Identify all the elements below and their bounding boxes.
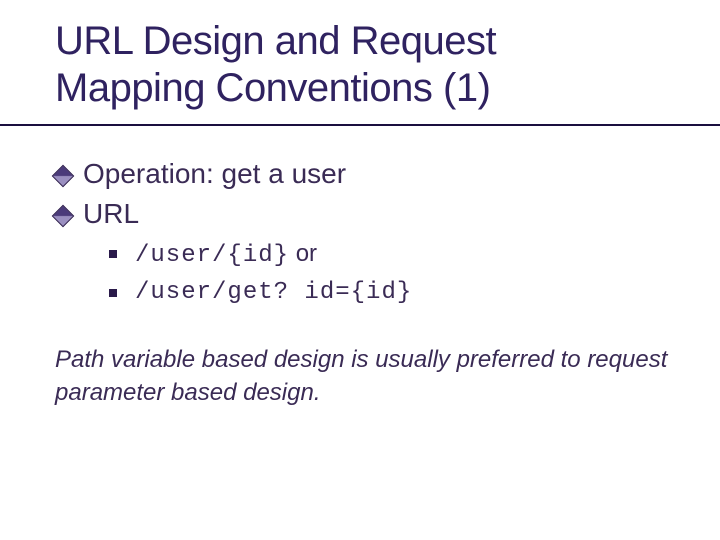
diamond-bullet-icon [52, 205, 75, 228]
sub-bullet-text: /user/{id} or [135, 240, 317, 269]
sub-bullet-group: /user/{id} or /user/get? id={id} [109, 240, 690, 306]
title-underline [0, 124, 720, 126]
slide: URL Design and Request Mapping Conventio… [0, 0, 720, 540]
bullet-operation-text: Operation: get a user [83, 158, 346, 190]
sub-bullet-url-option-1: /user/{id} or [109, 240, 690, 269]
url-path-1: /user/{id} [135, 242, 289, 269]
square-bullet-icon [109, 289, 117, 297]
slide-body: Operation: get a user URL /user/{id} or … [55, 158, 690, 409]
slide-title: URL Design and Request Mapping Conventio… [55, 18, 690, 112]
url-path-2: /user/get? id={id} [135, 279, 412, 306]
bullet-url: URL [55, 198, 690, 230]
diamond-bullet-icon [52, 165, 75, 188]
title-line-2: Mapping Conventions (1) [55, 66, 490, 110]
footnote: Path variable based design is usually pr… [55, 344, 690, 409]
sub-bullet-url-option-2: /user/get? id={id} [109, 279, 690, 306]
square-bullet-icon [109, 250, 117, 258]
bullet-operation: Operation: get a user [55, 158, 690, 190]
or-text: or [289, 240, 317, 267]
bullet-url-text: URL [83, 198, 139, 230]
title-line-1: URL Design and Request [55, 19, 496, 63]
